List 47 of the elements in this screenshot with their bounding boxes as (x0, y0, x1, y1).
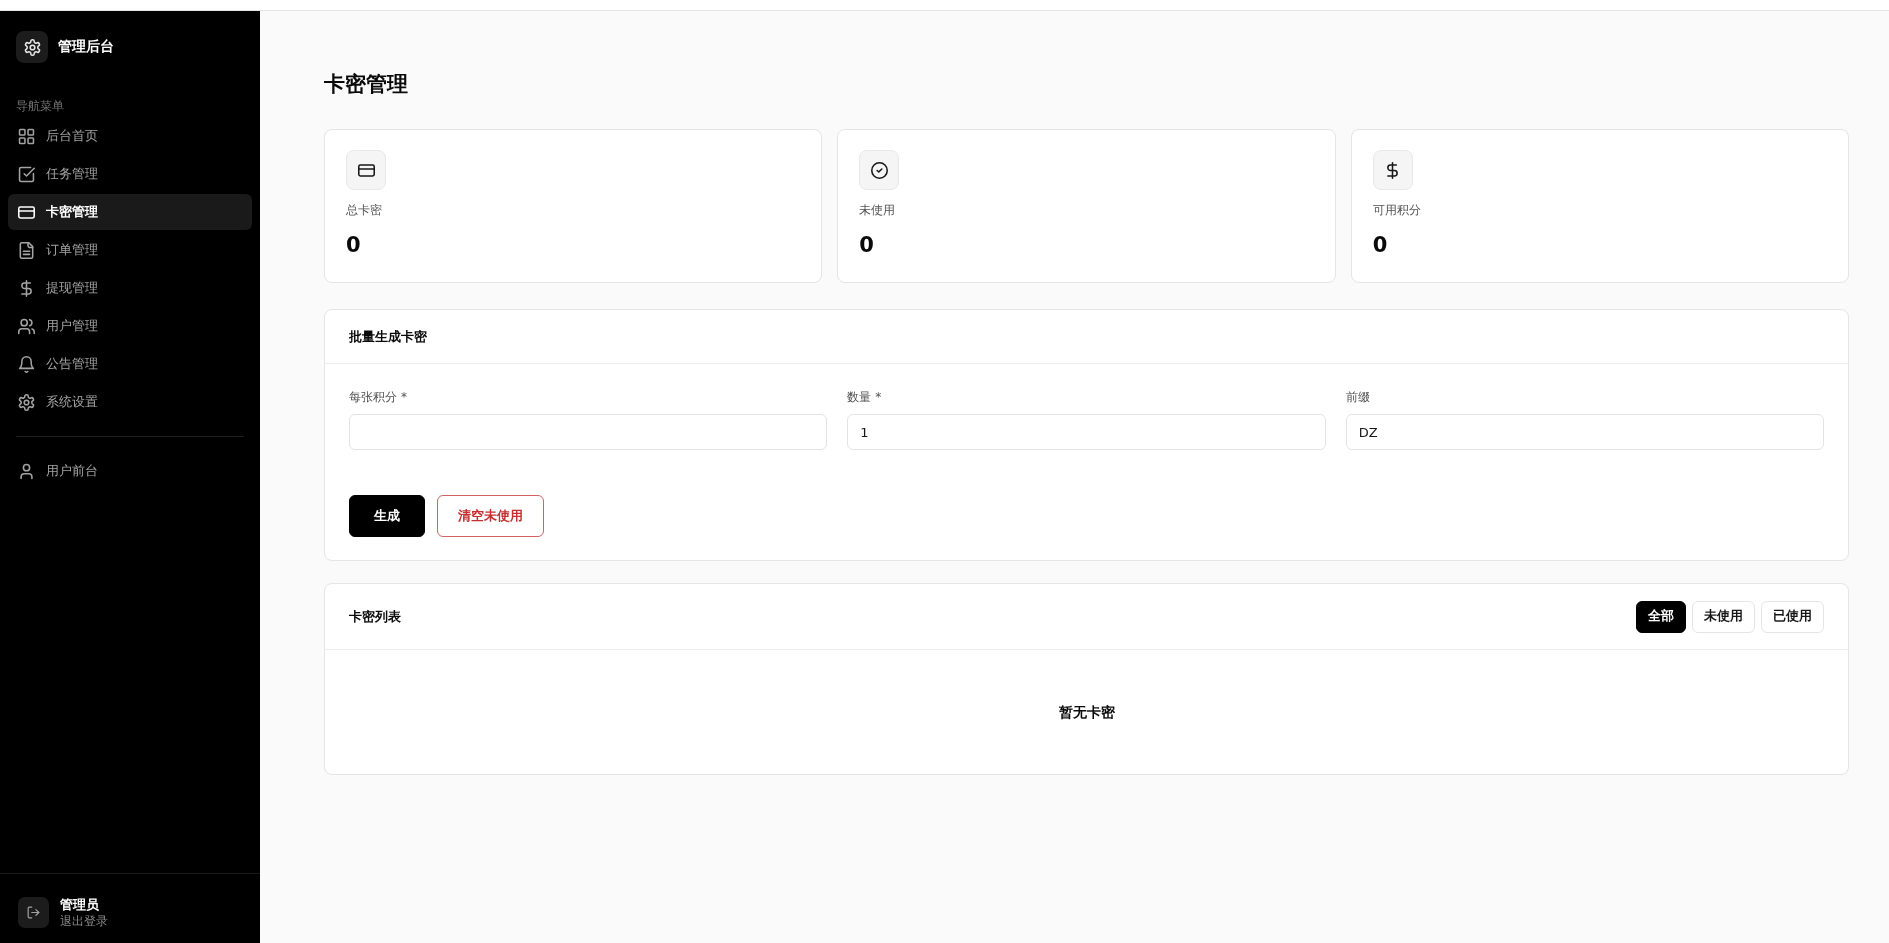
nav-item[interactable]: 用户前台 (8, 453, 252, 489)
field-label: 每张积分 * (349, 389, 408, 405)
input-field[interactable]: 1 (847, 414, 1326, 450)
clear-unused-button[interactable]: 清空未使用 (437, 495, 544, 537)
input-field[interactable] (349, 414, 828, 450)
page-title: 卡密管理 (324, 71, 409, 98)
user-name: 管理员 (60, 896, 100, 913)
checkbox-icon (18, 165, 35, 183)
nav-item[interactable]: 任务管理 (8, 156, 252, 192)
stat-value: 0 (1372, 232, 1389, 259)
stat-label: 未使用 (859, 202, 897, 219)
filter-tab[interactable]: 全部 (1636, 600, 1686, 633)
users-icon (18, 317, 35, 335)
field-label: 数量 * (847, 389, 883, 405)
document-icon (18, 241, 35, 259)
user-icon (18, 462, 35, 480)
section-label: 导航菜单 (16, 98, 65, 114)
bell-icon (18, 355, 35, 373)
generate-button[interactable]: 生成 (349, 495, 425, 537)
dollar-icon (18, 279, 35, 297)
nav-item[interactable]: 用户管理 (8, 308, 252, 344)
filter-tab[interactable]: 已使用 (1761, 600, 1824, 633)
input-field[interactable]: DZ (1345, 414, 1824, 450)
brand-title: 管理后台 (58, 38, 114, 56)
grid-icon (18, 127, 35, 145)
field-label: 前缀 (1345, 389, 1371, 405)
stat-value: 0 (346, 232, 362, 259)
stat-value: 0 (859, 232, 875, 259)
empty-message: 暂无卡密 (1058, 703, 1115, 722)
nav-item[interactable]: 提现管理 (8, 270, 252, 306)
stat-label: 可用积分 (1372, 202, 1422, 219)
credit-card-icon (346, 150, 386, 190)
stat-label: 总卡密 (346, 202, 383, 219)
nav-item[interactable]: 订单管理 (8, 232, 252, 268)
credit-card-icon (18, 203, 35, 221)
nav-item[interactable]: 后台首页 (8, 118, 252, 154)
logout-link[interactable]: 退出登录 (60, 913, 108, 929)
card-title: 批量生成卡密 (349, 327, 427, 346)
nav-item[interactable]: 公告管理 (8, 346, 252, 382)
gear-icon (18, 393, 35, 411)
gear-icon (16, 31, 48, 63)
card-title: 卡密列表 (349, 607, 401, 626)
nav-item[interactable]: 卡密管理 (8, 194, 252, 230)
nav-item[interactable]: 系统设置 (8, 384, 252, 420)
logout-icon[interactable] (18, 897, 49, 928)
dollar-icon (1372, 150, 1413, 190)
filter-tab[interactable]: 未使用 (1692, 600, 1755, 633)
